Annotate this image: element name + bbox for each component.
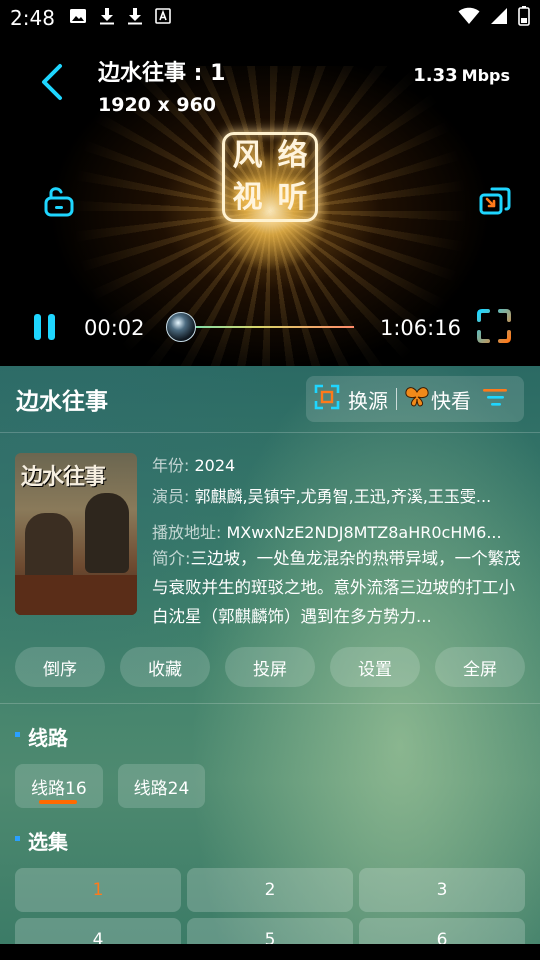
chevron-left-icon bbox=[36, 64, 68, 106]
action-row: 倒序 收藏 投屏 设置 全屏 bbox=[15, 647, 525, 687]
video-title: 边水往事 : 1 bbox=[98, 61, 226, 86]
pause-icon bbox=[32, 314, 58, 346]
status-bar: 2:48 bbox=[0, 0, 540, 36]
line-list: 线路16 线路24 bbox=[15, 764, 206, 808]
image-icon bbox=[69, 8, 87, 28]
current-time: 00:02 bbox=[84, 316, 145, 340]
download-icon bbox=[127, 7, 143, 29]
switch-source-icon[interactable] bbox=[314, 384, 340, 415]
divider bbox=[396, 388, 397, 410]
signal-icon bbox=[490, 7, 508, 29]
pause-button[interactable] bbox=[32, 312, 58, 342]
video-resolution: 1920 x 960 bbox=[98, 94, 217, 116]
info-url: 播放地址: MXwxNzE2NDJ8MTZ8aHR0cHM6... bbox=[152, 519, 524, 543]
butterfly-icon[interactable] bbox=[405, 386, 429, 413]
line-item[interactable]: 线路24 bbox=[117, 764, 206, 808]
switch-source-button[interactable]: 换源 bbox=[348, 385, 388, 414]
episode-item[interactable]: 1 bbox=[15, 868, 181, 912]
fullscreen-button[interactable] bbox=[476, 308, 512, 344]
info-intro: 简介:三边坡，一处鱼龙混杂的热带异域，一个繁茂与衰败并生的斑驳之地。意外流落三边… bbox=[152, 544, 524, 631]
details-panel: 边水往事 换源 快看 边水往事 年份: 2024 演员: 郭麒麟,吴镇宇,尤勇智… bbox=[0, 366, 540, 960]
fullscreen-text-button[interactable]: 全屏 bbox=[435, 647, 525, 687]
fullscreen-icon bbox=[476, 309, 512, 348]
bitrate-value: 1.33 bbox=[413, 65, 458, 86]
line-item[interactable]: 线路16 bbox=[15, 764, 103, 808]
cast-label: 演员: bbox=[152, 487, 190, 506]
picture-in-picture-icon bbox=[478, 187, 512, 222]
divider bbox=[0, 703, 540, 704]
section-marker bbox=[15, 732, 20, 737]
intro-label: 简介: bbox=[152, 549, 191, 568]
cast-value: 郭麒麟,吴镇宇,尤勇智,王迅,齐溪,王玉雯... bbox=[194, 487, 492, 506]
source-controls: 换源 快看 bbox=[306, 376, 524, 422]
seek-handle[interactable] bbox=[166, 312, 196, 342]
video-player[interactable]: 风 络 视 听 边水往事 : 1 1920 x 960 1.33 Mbps 00:… bbox=[0, 36, 540, 366]
settings-button[interactable]: 设置 bbox=[330, 647, 420, 687]
episode-item[interactable]: 3 bbox=[359, 868, 525, 912]
reverse-order-button[interactable]: 倒序 bbox=[15, 647, 105, 687]
year-label: 年份: bbox=[152, 456, 190, 475]
poster-image: 边水往事 bbox=[15, 453, 137, 615]
total-time: 1:06:16 bbox=[380, 316, 461, 340]
download-icon bbox=[99, 7, 115, 29]
url-value: MXwxNzE2NDJ8MTZ8aHR0cHM6... bbox=[226, 523, 502, 542]
lines-heading: 线路 bbox=[28, 726, 68, 750]
lock-button[interactable] bbox=[42, 184, 76, 218]
studio-logo: 风 络 视 听 bbox=[222, 132, 318, 222]
year-value: 2024 bbox=[194, 456, 236, 475]
cast-screen-button[interactable]: 投屏 bbox=[225, 647, 315, 687]
bitrate-unit: Mbps bbox=[461, 66, 510, 85]
show-title: 边水往事 bbox=[16, 389, 108, 415]
back-button[interactable] bbox=[36, 62, 68, 102]
unlock-icon bbox=[42, 187, 76, 222]
bitrate-readout: 1.33 Mbps bbox=[413, 65, 510, 86]
sort-icon[interactable] bbox=[483, 387, 507, 412]
episodes-heading: 选集 bbox=[28, 830, 68, 854]
info-year: 年份: 2024 bbox=[152, 452, 524, 476]
poster-title: 边水往事 bbox=[21, 464, 106, 490]
intro-text: 三边坡，一处鱼龙混杂的热带异域，一个繁茂与衰败并生的斑驳之地。意外流落三边坡的打… bbox=[152, 549, 521, 626]
favorite-button[interactable]: 收藏 bbox=[120, 647, 210, 687]
divider bbox=[0, 432, 540, 433]
navigation-bar bbox=[0, 944, 540, 960]
pip-button[interactable] bbox=[478, 184, 512, 218]
status-time: 2:48 bbox=[10, 6, 55, 30]
episode-item[interactable]: 2 bbox=[187, 868, 353, 912]
seek-bar[interactable] bbox=[180, 326, 354, 328]
quick-view-button[interactable]: 快看 bbox=[431, 385, 471, 414]
info-cast: 演员: 郭麒麟,吴镇宇,尤勇智,王迅,齐溪,王玉雯... bbox=[152, 483, 524, 507]
a-badge-icon bbox=[155, 8, 171, 28]
section-marker bbox=[15, 836, 20, 841]
wifi-icon bbox=[458, 7, 480, 29]
url-label: 播放地址: bbox=[152, 523, 222, 542]
battery-icon bbox=[518, 6, 530, 30]
